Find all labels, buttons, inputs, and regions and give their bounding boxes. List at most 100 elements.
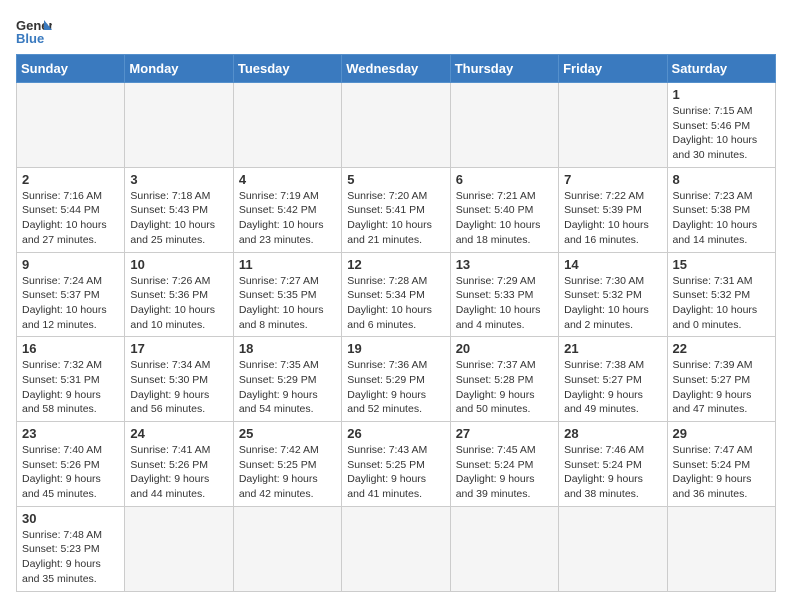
day-info: Sunrise: 7:16 AMSunset: 5:44 PMDaylight:… xyxy=(22,190,107,246)
calendar-cell: 9 Sunrise: 7:24 AMSunset: 5:37 PMDaylight… xyxy=(17,252,125,337)
calendar-cell: 8 Sunrise: 7:23 AMSunset: 5:38 PMDaylight… xyxy=(667,167,775,252)
day-number: 5 xyxy=(347,172,444,187)
day-info: Sunrise: 7:23 AMSunset: 5:38 PMDaylight:… xyxy=(673,190,758,246)
day-info: Sunrise: 7:48 AMSunset: 5:23 PMDaylight:… xyxy=(22,529,102,585)
weekday-header-tuesday: Tuesday xyxy=(233,55,341,83)
calendar-cell: 21Sunrise: 7:38 AMSunset: 5:27 PMDayligh… xyxy=(559,337,667,422)
calendar-cell: 26Sunrise: 7:43 AMSunset: 5:25 PMDayligh… xyxy=(342,422,450,507)
week-row-3: 9 Sunrise: 7:24 AMSunset: 5:37 PMDaylight… xyxy=(17,252,776,337)
day-number: 27 xyxy=(456,426,553,441)
calendar-cell: 29Sunrise: 7:47 AMSunset: 5:24 PMDayligh… xyxy=(667,422,775,507)
week-row-5: 23 Sunrise: 7:40 AMSunset: 5:26 PMDayligh… xyxy=(17,422,776,507)
calendar-cell xyxy=(667,506,775,591)
calendar-cell: 2 Sunrise: 7:16 AMSunset: 5:44 PMDaylight… xyxy=(17,167,125,252)
calendar-cell: 28Sunrise: 7:46 AMSunset: 5:24 PMDayligh… xyxy=(559,422,667,507)
calendar-cell: 23 Sunrise: 7:40 AMSunset: 5:26 PMDayligh… xyxy=(17,422,125,507)
page-header: General Blue xyxy=(16,16,776,46)
weekday-header-friday: Friday xyxy=(559,55,667,83)
day-info: Sunrise: 7:18 AMSunset: 5:43 PMDaylight:… xyxy=(130,190,215,246)
day-number: 10 xyxy=(130,257,227,272)
day-info: Sunrise: 7:26 AMSunset: 5:36 PMDaylight:… xyxy=(130,275,215,331)
day-info: Sunrise: 7:32 AMSunset: 5:31 PMDaylight:… xyxy=(22,359,102,415)
day-info: Sunrise: 7:45 AMSunset: 5:24 PMDaylight:… xyxy=(456,444,536,500)
day-info: Sunrise: 7:28 AMSunset: 5:34 PMDaylight:… xyxy=(347,275,432,331)
calendar-cell xyxy=(125,506,233,591)
calendar-cell xyxy=(559,506,667,591)
calendar-cell: 11Sunrise: 7:27 AMSunset: 5:35 PMDayligh… xyxy=(233,252,341,337)
day-info: Sunrise: 7:19 AMSunset: 5:42 PMDaylight:… xyxy=(239,190,324,246)
day-number: 20 xyxy=(456,341,553,356)
calendar-cell: 24 Sunrise: 7:41 AMSunset: 5:26 PMDayligh… xyxy=(125,422,233,507)
day-number: 13 xyxy=(456,257,553,272)
calendar-table: SundayMondayTuesdayWednesdayThursdayFrid… xyxy=(16,54,776,592)
day-info: Sunrise: 7:38 AMSunset: 5:27 PMDaylight:… xyxy=(564,359,644,415)
day-info: Sunrise: 7:41 AMSunset: 5:26 PMDaylight:… xyxy=(130,444,210,500)
day-info: Sunrise: 7:42 AMSunset: 5:25 PMDaylight:… xyxy=(239,444,319,500)
day-number: 18 xyxy=(239,341,336,356)
logo-icon: General Blue xyxy=(16,16,52,46)
weekday-header-row: SundayMondayTuesdayWednesdayThursdayFrid… xyxy=(17,55,776,83)
day-info: Sunrise: 7:39 AMSunset: 5:27 PMDaylight:… xyxy=(673,359,753,415)
day-number: 9 xyxy=(22,257,119,272)
day-info: Sunrise: 7:40 AMSunset: 5:26 PMDaylight:… xyxy=(22,444,102,500)
day-info: Sunrise: 7:35 AMSunset: 5:29 PMDaylight:… xyxy=(239,359,319,415)
calendar-cell xyxy=(450,506,558,591)
day-number: 28 xyxy=(564,426,661,441)
calendar-cell: 13 Sunrise: 7:29 AMSunset: 5:33 PMDayligh… xyxy=(450,252,558,337)
day-number: 26 xyxy=(347,426,444,441)
calendar-cell: 27 Sunrise: 7:45 AMSunset: 5:24 PMDayligh… xyxy=(450,422,558,507)
day-info: Sunrise: 7:47 AMSunset: 5:24 PMDaylight:… xyxy=(673,444,753,500)
week-row-4: 16Sunrise: 7:32 AMSunset: 5:31 PMDayligh… xyxy=(17,337,776,422)
day-number: 23 xyxy=(22,426,119,441)
day-info: Sunrise: 7:30 AMSunset: 5:32 PMDaylight:… xyxy=(564,275,649,331)
day-number: 2 xyxy=(22,172,119,187)
day-number: 12 xyxy=(347,257,444,272)
calendar-cell xyxy=(450,83,558,168)
calendar-cell: 14 Sunrise: 7:30 AMSunset: 5:32 PMDayligh… xyxy=(559,252,667,337)
day-info: Sunrise: 7:27 AMSunset: 5:35 PMDaylight:… xyxy=(239,275,324,331)
calendar-cell xyxy=(17,83,125,168)
weekday-header-monday: Monday xyxy=(125,55,233,83)
calendar-cell: 30Sunrise: 7:48 AMSunset: 5:23 PMDayligh… xyxy=(17,506,125,591)
calendar-cell xyxy=(559,83,667,168)
day-number: 14 xyxy=(564,257,661,272)
calendar-cell: 3 Sunrise: 7:18 AMSunset: 5:43 PMDaylight… xyxy=(125,167,233,252)
day-number: 15 xyxy=(673,257,770,272)
calendar-cell: 7 Sunrise: 7:22 AMSunset: 5:39 PMDaylight… xyxy=(559,167,667,252)
day-number: 25 xyxy=(239,426,336,441)
day-number: 3 xyxy=(130,172,227,187)
calendar-cell: 25 Sunrise: 7:42 AMSunset: 5:25 PMDayligh… xyxy=(233,422,341,507)
calendar-cell: 17Sunrise: 7:34 AMSunset: 5:30 PMDayligh… xyxy=(125,337,233,422)
calendar-cell: 22Sunrise: 7:39 AMSunset: 5:27 PMDayligh… xyxy=(667,337,775,422)
day-info: Sunrise: 7:29 AMSunset: 5:33 PMDaylight:… xyxy=(456,275,541,331)
calendar-cell: 4 Sunrise: 7:19 AMSunset: 5:42 PMDaylight… xyxy=(233,167,341,252)
day-info: Sunrise: 7:34 AMSunset: 5:30 PMDaylight:… xyxy=(130,359,210,415)
day-info: Sunrise: 7:24 AMSunset: 5:37 PMDaylight:… xyxy=(22,275,107,331)
day-info: Sunrise: 7:22 AMSunset: 5:39 PMDaylight:… xyxy=(564,190,649,246)
calendar-cell: 6Sunrise: 7:21 AMSunset: 5:40 PMDaylight… xyxy=(450,167,558,252)
week-row-6: 30Sunrise: 7:48 AMSunset: 5:23 PMDayligh… xyxy=(17,506,776,591)
day-info: Sunrise: 7:15 AMSunset: 5:46 PMDaylight:… xyxy=(673,105,758,161)
calendar-cell xyxy=(125,83,233,168)
day-number: 24 xyxy=(130,426,227,441)
svg-text:Blue: Blue xyxy=(16,31,44,46)
day-info: Sunrise: 7:21 AMSunset: 5:40 PMDaylight:… xyxy=(456,190,541,246)
week-row-1: 1Sunrise: 7:15 AMSunset: 5:46 PMDaylight… xyxy=(17,83,776,168)
logo: General Blue xyxy=(16,16,52,46)
day-info: Sunrise: 7:31 AMSunset: 5:32 PMDaylight:… xyxy=(673,275,758,331)
day-number: 7 xyxy=(564,172,661,187)
calendar-cell xyxy=(342,506,450,591)
week-row-2: 2 Sunrise: 7:16 AMSunset: 5:44 PMDaylight… xyxy=(17,167,776,252)
calendar-cell xyxy=(233,83,341,168)
calendar-cell: 19Sunrise: 7:36 AMSunset: 5:29 PMDayligh… xyxy=(342,337,450,422)
calendar-cell: 12 Sunrise: 7:28 AMSunset: 5:34 PMDayligh… xyxy=(342,252,450,337)
calendar-cell: 18 Sunrise: 7:35 AMSunset: 5:29 PMDayligh… xyxy=(233,337,341,422)
weekday-header-wednesday: Wednesday xyxy=(342,55,450,83)
weekday-header-thursday: Thursday xyxy=(450,55,558,83)
weekday-header-saturday: Saturday xyxy=(667,55,775,83)
day-number: 4 xyxy=(239,172,336,187)
calendar-cell: 10 Sunrise: 7:26 AMSunset: 5:36 PMDayligh… xyxy=(125,252,233,337)
day-number: 8 xyxy=(673,172,770,187)
calendar-cell xyxy=(342,83,450,168)
calendar-cell: 15 Sunrise: 7:31 AMSunset: 5:32 PMDayligh… xyxy=(667,252,775,337)
